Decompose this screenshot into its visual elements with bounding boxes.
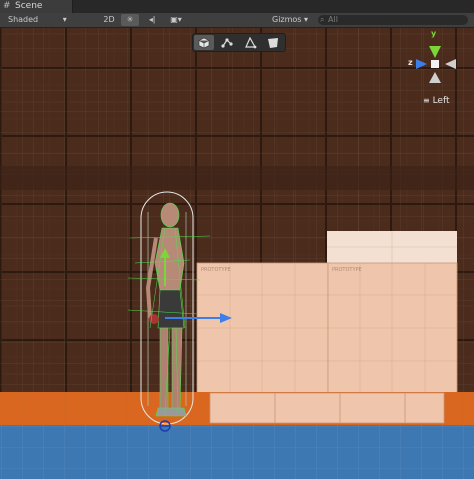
tool-triangle-button[interactable] xyxy=(240,35,260,50)
gizmo-center-cube[interactable] xyxy=(431,60,439,68)
tab-scene[interactable]: # Scene xyxy=(0,0,73,13)
cube-icon xyxy=(198,37,210,49)
tab-bar: # Scene xyxy=(0,0,474,13)
bones-icon xyxy=(221,38,233,48)
mode-2d-button[interactable]: 2D xyxy=(100,14,118,26)
box-left[interactable] xyxy=(196,262,329,394)
view-label[interactable]: ≡ Left xyxy=(423,96,450,106)
sun-icon: ✳ xyxy=(126,15,134,24)
tool-plane-button[interactable] xyxy=(263,35,283,50)
box-top[interactable] xyxy=(327,231,457,263)
effects-dropdown[interactable]: ▣▾ xyxy=(164,14,188,26)
tab-scene-label: Scene xyxy=(15,1,43,11)
chevron-down-icon: ▾ xyxy=(177,15,182,24)
gizmos-dropdown[interactable]: Gizmos ▾ xyxy=(272,13,308,27)
search-icon: ⌕ xyxy=(320,15,325,24)
search-placeholder: All xyxy=(328,15,338,24)
box-low-row[interactable] xyxy=(209,392,445,424)
scene-viewport[interactable]: PROTOTYPE PROTOTYPE y z xyxy=(0,28,474,479)
scene-overlay-toolbar xyxy=(192,33,286,52)
prototype-label: PROTOTYPE xyxy=(332,267,362,273)
gizmo-y-label: y xyxy=(431,29,437,38)
mode-2d-label: 2D xyxy=(103,15,115,24)
character-item xyxy=(149,314,159,324)
lighting-toggle[interactable]: ✳ xyxy=(121,14,139,26)
wall-band xyxy=(0,166,474,190)
prototype-label: PROTOTYPE xyxy=(201,267,231,273)
box-right[interactable] xyxy=(327,262,458,394)
audio-toggle[interactable]: ◂ǀ xyxy=(143,14,161,26)
speaker-icon: ◂ǀ xyxy=(148,15,156,24)
chevron-down-icon: ▾ xyxy=(62,15,67,24)
chevron-down-icon: ▾ xyxy=(304,15,309,24)
water-grid xyxy=(0,425,474,479)
scene-toolbar: Shaded ▾ 2D ✳ ◂ǀ ▣▾ Gizmos ▾ ⌕ All xyxy=(0,13,474,28)
scene-canvas: PROTOTYPE PROTOTYPE xyxy=(0,28,474,479)
triangle-icon xyxy=(245,36,257,49)
shading-mode-dropdown[interactable]: Shaded ▾ xyxy=(8,13,67,27)
gizmos-label: Gizmos xyxy=(272,15,302,24)
search-field[interactable]: ⌕ All xyxy=(318,15,468,25)
image-icon: ▣ xyxy=(170,15,178,24)
shading-mode-label: Shaded xyxy=(8,15,39,24)
plane-icon xyxy=(268,38,278,48)
tool-bones-button[interactable] xyxy=(217,35,237,50)
view-label-text: Left xyxy=(432,96,450,106)
gizmo-z-label: z xyxy=(408,58,413,67)
tool-cube-button[interactable] xyxy=(194,35,214,50)
scene-grid-icon: # xyxy=(3,1,11,11)
list-icon: ≡ xyxy=(423,96,430,105)
